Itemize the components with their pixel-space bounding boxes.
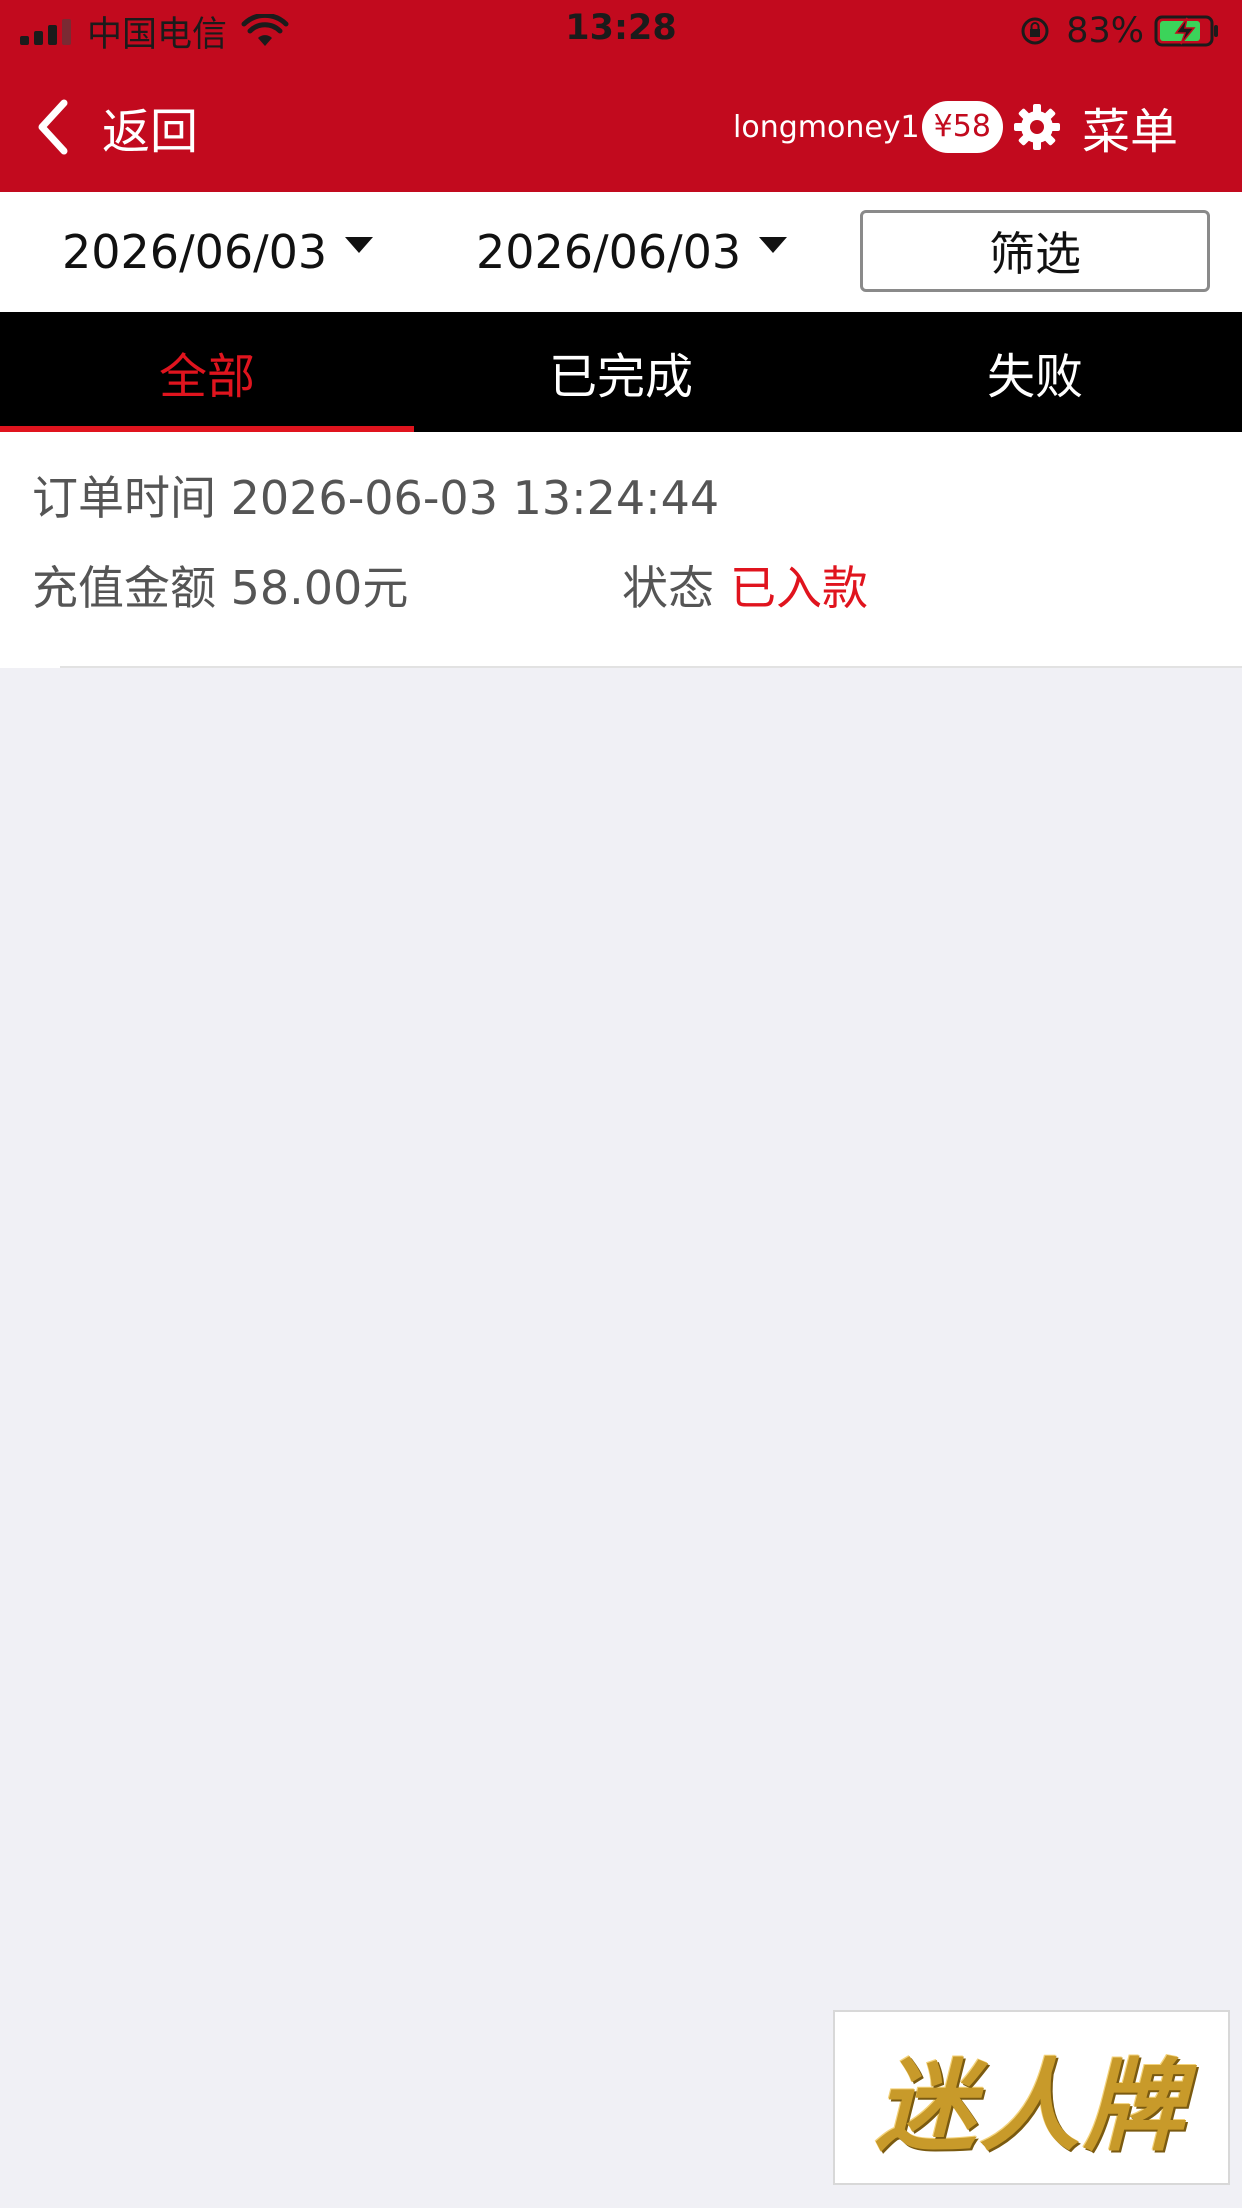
back-button[interactable]: 返回: [32, 92, 198, 162]
battery-charging-icon: [1154, 15, 1218, 47]
filter-button[interactable]: 筛选: [860, 210, 1210, 292]
start-date-picker[interactable]: 2026/06/03: [62, 220, 374, 284]
amount-label: 充值金额: [32, 561, 216, 615]
gear-icon: [1014, 104, 1060, 150]
menu-button[interactable]: 菜单: [1012, 94, 1178, 160]
status-bar: 中国电信 13:28 83%: [0, 0, 1242, 62]
rotation-lock-icon: [1021, 17, 1049, 45]
tab-completed[interactable]: 已完成: [414, 312, 828, 432]
user-info: longmoney1 ¥58: [733, 101, 1003, 153]
end-date-value: 2026/06/03: [476, 225, 742, 279]
divider: [60, 666, 1242, 668]
status-right: 83%: [1020, 8, 1220, 54]
caret-down-icon: [759, 237, 788, 253]
tab-failed[interactable]: 失败: [828, 312, 1242, 432]
amount-value: 58.00元: [230, 561, 409, 615]
order-time-value: 2026-06-03 13:24:44: [230, 471, 720, 525]
caret-down-icon: [345, 237, 374, 253]
chevron-left-icon: [38, 99, 68, 155]
status-tabs: 全部 已完成 失败: [0, 312, 1242, 432]
order-time-row: 订单时间 2026-06-03 13:24:44: [32, 462, 719, 528]
list-item[interactable]: 订单时间 2026-06-03 13:24:44 充值金额 58.00元 状态已…: [0, 432, 1242, 668]
battery-percent: 83%: [1066, 11, 1144, 51]
brand-logo-text: 迷人牌: [875, 2047, 1188, 2165]
status-value: 已入款: [730, 561, 868, 615]
status-label: 状态: [622, 561, 714, 615]
app-header: 返回 longmoney1 ¥58 菜单: [0, 62, 1242, 192]
balance-badge: ¥58: [921, 101, 1003, 153]
end-date-picker[interactable]: 2026/06/03: [476, 220, 788, 284]
tab-all[interactable]: 全部: [0, 312, 414, 432]
start-date-value: 2026/06/03: [62, 225, 328, 279]
amount-row: 充值金额 58.00元: [32, 552, 408, 618]
status-row: 状态 已入款: [622, 552, 868, 618]
date-filter-bar: 2026/06/03 2026/06/03 筛选: [0, 192, 1242, 312]
order-time-label: 订单时间: [32, 471, 216, 525]
brand-logo-banner[interactable]: 迷人牌: [833, 2010, 1230, 2185]
back-label: 返回: [102, 104, 199, 160]
username: longmoney1: [733, 109, 920, 145]
menu-label: 菜单: [1082, 104, 1179, 160]
